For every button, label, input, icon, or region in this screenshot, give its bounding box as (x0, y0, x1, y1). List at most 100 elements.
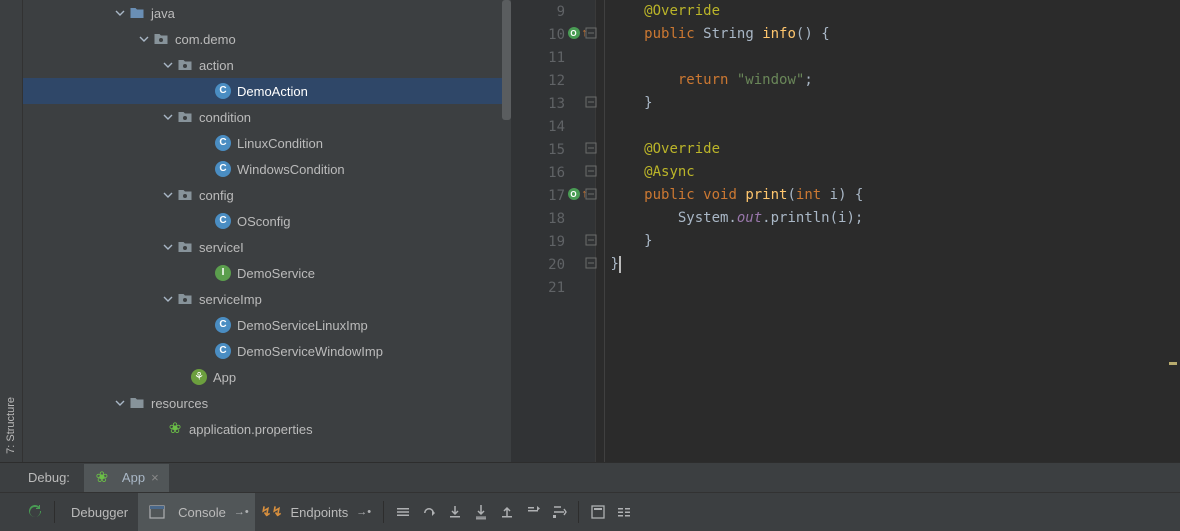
gutter-line[interactable]: 13 (511, 92, 595, 115)
tree-item-config[interactable]: config (23, 182, 511, 208)
chevron-down-icon[interactable] (161, 58, 175, 72)
line-number: 21 (537, 280, 565, 296)
gutter-line[interactable]: 20 (511, 253, 595, 276)
debugger-tab[interactable]: Debugger (61, 493, 138, 531)
code-line[interactable]: public void print(int i) { (602, 184, 1166, 207)
gutter-line[interactable]: 19 (511, 230, 595, 253)
debug-panel: Debug: App × Debugger Console →• ↯↯ E (0, 462, 1180, 531)
gutter-line[interactable]: 12 (511, 69, 595, 92)
code-line[interactable]: return "window"; (602, 69, 1166, 92)
package-icon (177, 109, 193, 125)
code-line[interactable]: @Async (602, 161, 1166, 184)
code-line[interactable] (602, 276, 1166, 299)
tree-item-label: App (213, 370, 236, 385)
run-to-cursor-button[interactable] (546, 499, 572, 525)
line-number: 12 (537, 73, 565, 89)
code-line[interactable]: } (602, 230, 1166, 253)
tree-item-label: serviceI (199, 240, 244, 255)
error-stripe-mark[interactable] (1169, 362, 1177, 365)
gutter-line[interactable]: 16 (511, 161, 595, 184)
tree-item-com-demo[interactable]: com.demo (23, 26, 511, 52)
class-icon: C (215, 213, 231, 229)
gutter-line[interactable]: 10O↑ (511, 23, 595, 46)
structure-tool-tab[interactable]: 7: Structure (5, 389, 17, 462)
force-step-into-button[interactable] (468, 499, 494, 525)
tree-item-demoservice[interactable]: IDemoService (23, 260, 511, 286)
chevron-down-icon[interactable] (113, 6, 127, 20)
drop-frame-button[interactable] (520, 499, 546, 525)
tree-item-osconfig[interactable]: COSconfig (23, 208, 511, 234)
debug-session-tab-app[interactable]: App × (84, 464, 169, 492)
code-line[interactable] (602, 115, 1166, 138)
code-line[interactable] (602, 46, 1166, 69)
tree-item-linuxcondition[interactable]: CLinuxCondition (23, 130, 511, 156)
class-icon: C (215, 343, 231, 359)
gutter-line[interactable]: 17O↑ (511, 184, 595, 207)
class-icon: C (215, 83, 231, 99)
tree-item-application-properties[interactable]: application.properties (23, 416, 511, 442)
code-line[interactable]: public String info() { (602, 23, 1166, 46)
code-line[interactable]: @Override (602, 0, 1166, 23)
debug-panel-title: Debug: (28, 470, 70, 485)
pin-icon[interactable]: →• (234, 506, 249, 518)
resources-folder-icon (129, 395, 145, 411)
pin-icon[interactable]: →• (356, 506, 371, 518)
tree-item-condition[interactable]: condition (23, 104, 511, 130)
trace-current-stream-button[interactable] (611, 499, 637, 525)
gutter-line[interactable]: 15 (511, 138, 595, 161)
project-tree[interactable]: javacom.demoactionCDemoActionconditionCL… (23, 0, 511, 462)
tree-item-demoaction[interactable]: C DemoAction (23, 78, 511, 104)
chevron-down-icon[interactable] (161, 188, 175, 202)
code-line[interactable]: } (602, 92, 1166, 115)
gutter-line[interactable]: 11 (511, 46, 595, 69)
step-into-button[interactable] (442, 499, 468, 525)
step-over-button[interactable] (416, 499, 442, 525)
tree-item-resources[interactable]: resources (23, 390, 511, 416)
show-frames-button[interactable] (390, 499, 416, 525)
tree-item-java[interactable]: java (23, 0, 511, 26)
gutter-line[interactable]: 9 (511, 0, 595, 23)
code-line[interactable]: } (602, 253, 1166, 276)
chevron-down-icon[interactable] (161, 110, 175, 124)
tree-item-servicei[interactable]: serviceI (23, 234, 511, 260)
line-number: 18 (537, 211, 565, 227)
editor-code-area[interactable]: @Override public String info() { return … (596, 0, 1166, 462)
chevron-down-icon[interactable] (137, 32, 151, 46)
endpoints-tab[interactable]: ↯↯ Endpoints →• (255, 493, 377, 531)
line-number: 15 (537, 142, 565, 158)
evaluate-expression-button[interactable] (585, 499, 611, 525)
tree-item-label: LinuxCondition (237, 136, 323, 151)
gutter-line[interactable]: 21 (511, 276, 595, 299)
chevron-down-icon[interactable] (161, 240, 175, 254)
tree-item-label: DemoAction (237, 84, 308, 99)
line-number: 16 (537, 165, 565, 181)
console-tab[interactable]: Console →• (138, 493, 255, 531)
tree-item-app[interactable]: App (23, 364, 511, 390)
tree-item-windowscondition[interactable]: CWindowsCondition (23, 156, 511, 182)
chevron-down-icon[interactable] (161, 292, 175, 306)
line-number: 13 (537, 96, 565, 112)
line-number: 19 (537, 234, 565, 250)
tree-item-action[interactable]: action (23, 52, 511, 78)
console-icon (144, 499, 170, 525)
tree-item-demoservicelinuximp[interactable]: CDemoServiceLinuxImp (23, 312, 511, 338)
code-line[interactable]: @Override (602, 138, 1166, 161)
spring-boot-icon (94, 470, 110, 486)
spring-config-icon (167, 421, 183, 437)
step-out-button[interactable] (494, 499, 520, 525)
endpoints-icon: ↯↯ (261, 504, 283, 520)
rerun-button[interactable] (22, 499, 48, 525)
chevron-down-icon[interactable] (113, 396, 127, 410)
tree-item-serviceimp[interactable]: serviceImp (23, 286, 511, 312)
close-icon[interactable]: × (151, 470, 159, 485)
folder-icon (129, 5, 145, 21)
tree-scrollbar-thumb[interactable] (502, 0, 511, 120)
tree-item-demoservicewindowimp[interactable]: CDemoServiceWindowImp (23, 338, 511, 364)
editor-scrollbar[interactable] (1166, 0, 1180, 462)
gutter-line[interactable]: 14 (511, 115, 595, 138)
gutter-line[interactable]: 18 (511, 207, 595, 230)
code-line[interactable]: System.out.println(i); (602, 207, 1166, 230)
tree-item-label: application.properties (189, 422, 313, 437)
editor-gutter[interactable]: 910O↑11 12 13 14 15 16 17O↑ 18 19 20 21 (511, 0, 596, 462)
code-editor[interactable]: 910O↑11 12 13 14 15 16 17O↑ 18 19 20 21 @Override … (511, 0, 1180, 462)
